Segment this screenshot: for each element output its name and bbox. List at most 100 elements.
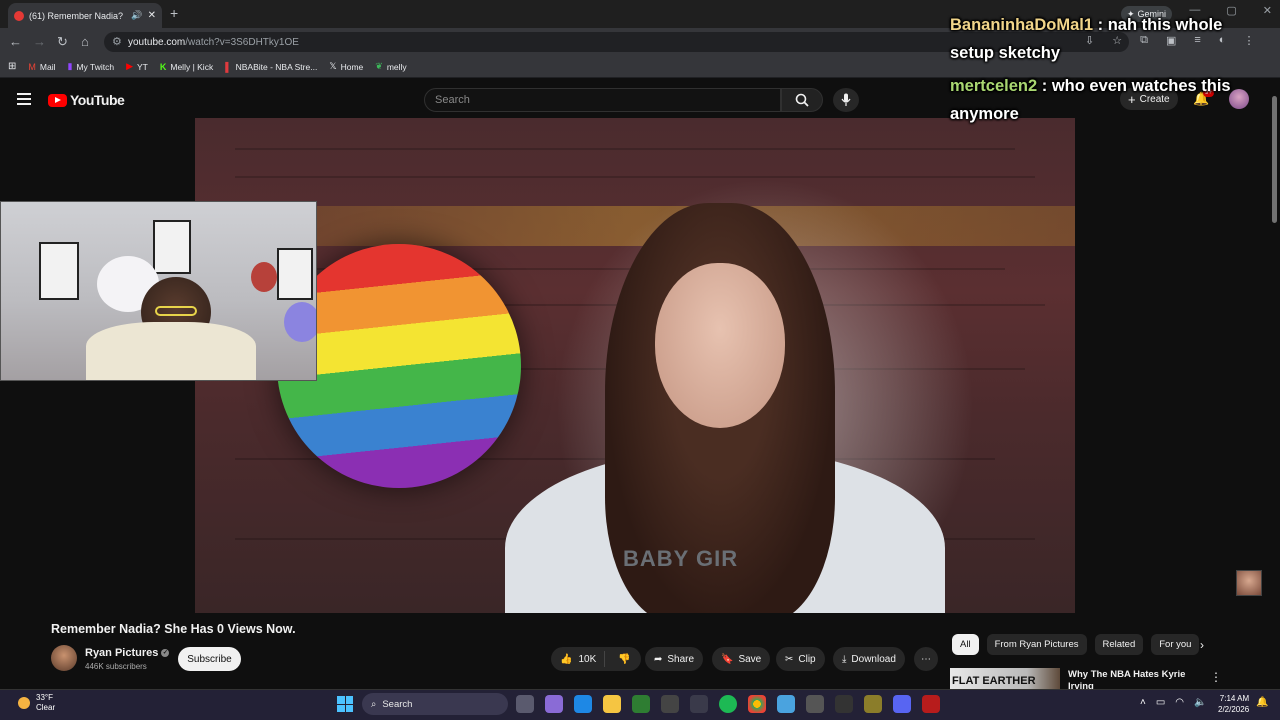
video-title: Remember Nadia? She Has 0 Views Now. [51, 622, 296, 636]
wall-poster [39, 242, 79, 300]
app-icon[interactable] [864, 695, 882, 713]
recommendation-thumbnail[interactable]: FLAT EARTHER [950, 668, 1060, 690]
chip-from-ryan-pictures[interactable]: From Ryan Pictures [986, 634, 1087, 655]
chevron-up-icon[interactable]: ˄ [1140, 697, 1146, 708]
save-button[interactable]: 🔖 Save [712, 647, 771, 671]
store-icon[interactable] [690, 695, 708, 713]
youtube-favicon-icon [14, 10, 24, 21]
channel-avatar[interactable] [51, 645, 77, 671]
chip-related[interactable]: Related [1094, 634, 1144, 655]
new-tab-button[interactable]: + [170, 5, 178, 21]
back-icon[interactable]: ← [9, 34, 22, 49]
audio-icon[interactable]: 🔊 [131, 10, 142, 21]
photos-icon[interactable] [777, 695, 795, 713]
video-player[interactable]: BABY GIR [195, 118, 1075, 613]
bookmark-label: melly [386, 61, 407, 72]
task-view-icon[interactable] [516, 695, 534, 713]
plush-toy [284, 302, 316, 342]
chat-message: BananinhaDoMal1 : nah this whole setup s… [950, 16, 1223, 62]
dislike-button[interactable]: 👎 [610, 654, 638, 665]
gmail-icon: M [28, 61, 36, 72]
discord-icon[interactable] [893, 695, 911, 713]
voice-search-button[interactable] [833, 88, 859, 112]
temperature: 33°F [36, 693, 53, 702]
hamburger-menu-icon[interactable] [17, 93, 31, 105]
video-background-text-line [235, 176, 1035, 178]
weather-moon-icon [18, 697, 30, 709]
taskbar-search-label: Search [382, 698, 413, 710]
terminal-icon[interactable] [835, 695, 853, 713]
clip-button[interactable]: ✂ Clip [776, 647, 825, 671]
bookmark-label: YT [137, 61, 148, 72]
like-count: 10K [578, 653, 597, 665]
chip-for-you[interactable]: For you [1151, 634, 1200, 655]
share-icon: ➦ [654, 653, 663, 665]
download-button[interactable]: ⤓ Download [833, 647, 905, 671]
taskbar-search[interactable]: ⌕ Search [362, 693, 508, 715]
like-button[interactable]: 👍 10K [551, 651, 606, 667]
notification-center-icon[interactable]: 🔔 [1256, 697, 1268, 708]
subscriber-count: 446K subscribers [85, 662, 147, 671]
volume-icon[interactable]: 🔈 [1194, 697, 1206, 708]
network-icon[interactable]: ▭ [1156, 697, 1165, 708]
webcam-overlay [0, 201, 317, 381]
youtube-logo[interactable]: YouTube [48, 92, 125, 108]
thumbs-up-icon: 👍 [560, 653, 573, 665]
page-scrollbar[interactable] [1272, 96, 1277, 223]
more-actions-button[interactable]: ⋯ [914, 647, 938, 671]
obs-icon[interactable] [661, 695, 679, 713]
bookmark-my-twitch[interactable]: ▮ My Twitch [67, 61, 114, 72]
chevron-right-icon[interactable]: › [1200, 638, 1204, 652]
file-explorer-icon[interactable] [603, 695, 621, 713]
apps-grid-icon[interactable]: ⊞ [8, 61, 16, 72]
browser-tab[interactable]: (61) Remember Nadia? She 🔊 ✕ [8, 3, 162, 28]
channel-name[interactable]: Ryan Pictures ✓ [85, 647, 170, 659]
search-input[interactable]: Search [424, 88, 781, 112]
url-path: /watch?v=3S6DHTky1OE [185, 36, 299, 48]
home-icon[interactable]: ⌂ [81, 34, 89, 49]
bookmark-melly-kick[interactable]: K Melly | Kick [160, 62, 213, 72]
more-vertical-icon[interactable]: ⋮ [1210, 670, 1222, 684]
bookmark-label: My Twitch [76, 61, 115, 72]
forward-icon[interactable]: → [33, 34, 46, 49]
bookmark-label: Mail [39, 61, 56, 72]
share-button[interactable]: ➦ Share [645, 647, 704, 671]
wifi-icon[interactable]: ◠ [1175, 697, 1184, 708]
spotify-icon[interactable] [719, 695, 737, 713]
bookmark-melly[interactable]: ❦ melly [375, 61, 406, 72]
system-tray: ˄ ▭ ◠ 🔈 [1140, 697, 1206, 708]
shirt-text: BABY GIR [623, 546, 739, 571]
chat-message: mertcelen2 : who even watches this anymo… [950, 77, 1231, 123]
wall-poster [277, 248, 313, 300]
taskbar-clock[interactable]: 7:14 AM 2/2/2026 [1218, 693, 1249, 715]
media-player-icon[interactable] [806, 695, 824, 713]
bookmark-mail[interactable]: M Mail [28, 62, 55, 72]
save-label: Save [738, 653, 762, 665]
close-window-icon[interactable]: ✕ [1263, 4, 1272, 17]
xbox-icon[interactable] [632, 695, 650, 713]
copilot-icon[interactable] [545, 695, 563, 713]
edge-icon[interactable] [574, 695, 592, 713]
chrome-icon[interactable] [748, 695, 766, 713]
search-button[interactable] [781, 88, 823, 112]
filter-chips: All From Ryan Pictures Related For you [952, 634, 1200, 655]
pdf-icon[interactable] [922, 695, 940, 713]
subscribe-button[interactable]: Subscribe [178, 647, 241, 671]
bookmark-yt[interactable]: ▶ YT [126, 61, 148, 72]
close-tab-icon[interactable]: ✕ [148, 10, 156, 21]
video-background-text-line [235, 148, 1015, 150]
recommendation-title[interactable]: Why The NBA Hates Kyrie Irving [1068, 669, 1208, 689]
chip-all[interactable]: All [952, 634, 979, 655]
search-icon: ⌕ [371, 698, 377, 710]
url-host: youtube.com [128, 36, 186, 48]
reload-icon[interactable]: ↻ [57, 34, 68, 50]
microphone-icon [841, 93, 851, 106]
taskbar-apps [516, 695, 940, 713]
windows-start-icon[interactable] [337, 696, 353, 712]
clock-time: 7:14 AM [1219, 694, 1250, 703]
weather-widget[interactable]: 33°F Clear [18, 693, 55, 713]
download-label: Download [851, 653, 896, 665]
bookmark-nbabite[interactable]: ▌ NBABite - NBA Stre... [225, 62, 317, 72]
site-info-icon[interactable]: ⚙ [112, 35, 122, 48]
bookmark-home[interactable]: 𝕏 Home [329, 61, 363, 72]
